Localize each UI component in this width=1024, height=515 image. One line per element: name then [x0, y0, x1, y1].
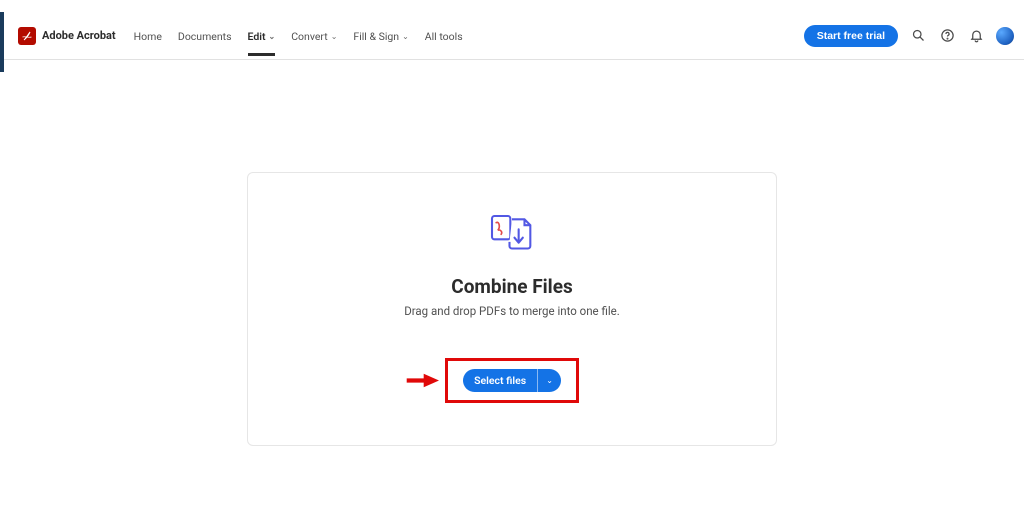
nav-home[interactable]: Home — [134, 16, 162, 55]
search-icon[interactable] — [909, 27, 927, 45]
main-content: Combine Files Drag and drop PDFs to merg… — [0, 60, 1024, 446]
nav-fillsign-label: Fill & Sign — [353, 30, 399, 43]
card-title: Combine Files — [451, 275, 572, 298]
arrow-annotation-icon — [405, 372, 439, 390]
start-free-trial-button[interactable]: Start free trial — [804, 25, 898, 47]
chevron-down-icon: ⌄ — [269, 32, 276, 41]
left-accent-bar — [0, 12, 4, 72]
brand[interactable]: Adobe Acrobat — [18, 27, 116, 45]
card-subtitle: Drag and drop PDFs to merge into one fil… — [404, 304, 620, 318]
nav-convert-label: Convert — [291, 30, 327, 43]
app-header: Adobe Acrobat Home Documents Edit ⌄ Conv… — [4, 12, 1024, 60]
select-files-button[interactable]: Select files ⌄ — [463, 369, 561, 392]
chevron-down-icon: ⌄ — [402, 32, 409, 41]
chevron-down-icon: ⌄ — [331, 32, 338, 41]
select-files-label: Select files — [463, 369, 537, 392]
header-right-group: Start free trial — [804, 25, 1014, 47]
nav-documents[interactable]: Documents — [178, 16, 232, 55]
nav-fillsign[interactable]: Fill & Sign ⌄ — [353, 16, 408, 55]
nav-alltools[interactable]: All tools — [425, 16, 463, 55]
brand-name: Adobe Acrobat — [42, 29, 116, 42]
header-left-group: Adobe Acrobat Home Documents Edit ⌄ Conv… — [18, 16, 463, 55]
annotation-highlight-box: Select files ⌄ — [445, 358, 579, 403]
avatar[interactable] — [996, 27, 1014, 45]
notifications-icon[interactable] — [967, 27, 985, 45]
nav-convert[interactable]: Convert ⌄ — [291, 16, 337, 55]
chevron-down-icon: ⌄ — [546, 376, 553, 385]
help-icon[interactable] — [938, 27, 956, 45]
acrobat-logo-icon — [18, 27, 36, 45]
combine-files-icon — [487, 211, 537, 259]
main-nav: Home Documents Edit ⌄ Convert ⌄ Fill & S… — [134, 16, 463, 55]
combine-files-card: Combine Files Drag and drop PDFs to merg… — [247, 172, 777, 446]
select-files-dropdown[interactable]: ⌄ — [537, 369, 561, 392]
nav-edit[interactable]: Edit ⌄ — [248, 16, 276, 55]
nav-edit-label: Edit — [248, 30, 266, 43]
